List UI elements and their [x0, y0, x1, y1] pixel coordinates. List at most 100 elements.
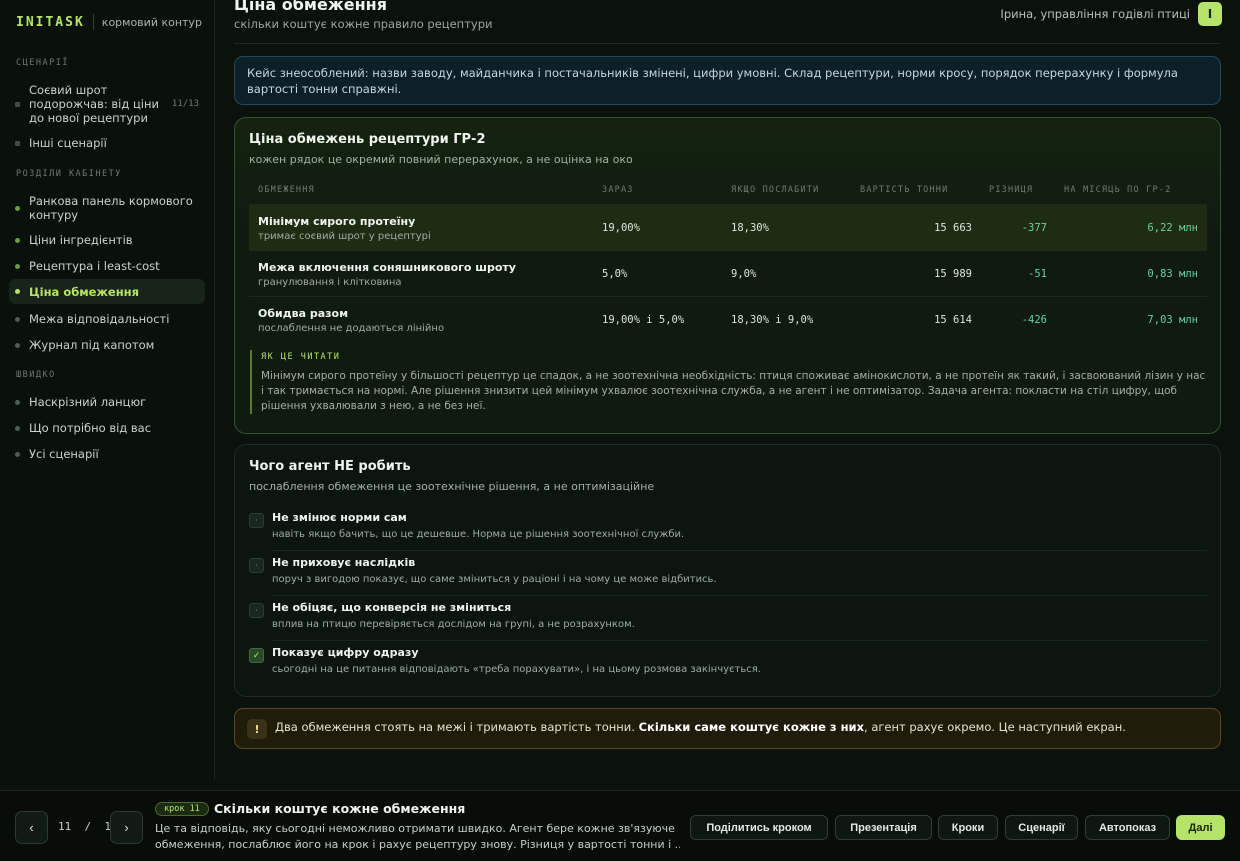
- user-name: Ірина, управління годівлі птиці: [1000, 7, 1190, 21]
- checkbox[interactable]: ·: [249, 513, 264, 528]
- sidebar-item-log[interactable]: Журнал під капотом: [9, 335, 205, 355]
- list-item: ✓ Показує цифру одразу сьогодні на це пи…: [249, 641, 1207, 686]
- warning-text-bold: Скільки саме коштує кожне з них: [638, 720, 865, 734]
- step-counter: 11 / 13: [58, 820, 118, 833]
- step-badge: крок 11: [155, 802, 209, 816]
- constraint-cell: Обидва разом послаблення не додаються лі…: [258, 297, 444, 343]
- table-row[interactable]: Мінімум сирого протеїну тримає соєвий шр…: [249, 204, 1207, 250]
- constraint-desc: послаблення не додаються лінійно: [258, 322, 445, 334]
- user-menu[interactable]: Ірина, управління годівлі птиці І: [1000, 2, 1222, 26]
- cost-value: 15 614: [934, 314, 972, 326]
- sidebar-item-all-scenarios[interactable]: Усі сценарії: [9, 444, 205, 464]
- step-description: Це та відповідь, яку сьогодні неможливо …: [155, 821, 680, 853]
- status-dot-icon: [15, 289, 20, 294]
- relaxed-value: 18,30% і 9,0%: [731, 314, 814, 326]
- step-description-line: Це та відповідь, яку сьогодні неможливо …: [155, 822, 675, 835]
- warning-text-start: Два обмеження стоять на межі і тримають …: [275, 720, 639, 734]
- bullet-icon: [15, 101, 20, 107]
- sidebar-item-current-scenario[interactable]: Соєвий шрот подорожчав: від ціни до ново…: [9, 80, 205, 128]
- list-item: · Не приховує наслідків поруч з вигодою …: [249, 551, 1207, 596]
- checkbox[interactable]: ·: [249, 603, 264, 618]
- share-step-button[interactable]: Поділитись кроком: [690, 815, 828, 840]
- sidebar-item-recipe[interactable]: Рецептура і least-cost: [9, 256, 205, 276]
- checkbox-checked[interactable]: ✓: [249, 648, 264, 663]
- bullet-icon: [15, 451, 20, 457]
- bullet-icon: [15, 140, 20, 146]
- sidebar-item-responsibility[interactable]: Межа відповідальності: [9, 309, 205, 329]
- section-quick: ШВИДКО: [16, 370, 56, 380]
- step-description-line: обмеження, послаблює його на крок і раху…: [155, 838, 680, 851]
- header-divider: [234, 43, 1220, 44]
- status-dot-icon: [15, 342, 20, 348]
- list-item-title: Показує цифру одразу: [272, 646, 419, 659]
- sidebar-item-ingredient-prices[interactable]: Ціни інгредієнтів: [9, 230, 205, 250]
- brand-divider: [92, 14, 94, 30]
- column-header-month: НА МІСЯЦЬ ПО ГР-2: [1064, 185, 1172, 195]
- sidebar-item-label: Ціни інгредієнтів: [29, 233, 133, 247]
- footer-bar: ‹ 11 / 13 › крок 11 Скільки коштує кожне…: [0, 790, 1240, 861]
- next-step-arrow-button[interactable]: ›: [110, 811, 143, 844]
- presentation-button[interactable]: Презентація: [835, 815, 932, 840]
- next-button[interactable]: Далі: [1176, 815, 1225, 840]
- sidebar-item-morning-panel[interactable]: Ранкова панель кормового контуру: [9, 191, 205, 225]
- bullet-icon: [15, 399, 20, 405]
- sidebar-item-label: Рецептура і least-cost: [29, 259, 160, 273]
- bullet-icon: [15, 425, 20, 431]
- autoplay-button[interactable]: Автопоказ: [1085, 815, 1170, 840]
- prev-step-button[interactable]: ‹: [15, 811, 48, 844]
- list-item-title: Не обіцяє, що конверсія не зміниться: [272, 601, 512, 614]
- relaxed-value: 18,30%: [731, 222, 769, 234]
- constraint-cell: Мінімум сирого протеїну тримає соєвий шр…: [258, 205, 431, 251]
- list-item-desc: вплив на птицю перевіряється дослідом на…: [272, 619, 635, 630]
- diff-value: -377: [1021, 222, 1047, 234]
- table-row[interactable]: Обидва разом послаблення не додаються лі…: [249, 296, 1207, 342]
- avatar[interactable]: І: [1198, 2, 1222, 26]
- sidebar-item-label: Наскрізний ланцюг: [29, 395, 147, 409]
- how-to-read-title: ЯК ЦЕ ЧИТАТИ: [261, 352, 341, 362]
- column-header-now: ЗАРАЗ: [602, 185, 634, 195]
- checkbox[interactable]: ·: [249, 558, 264, 573]
- sidebar-item-what-needed[interactable]: Що потрібно від вас: [9, 418, 205, 438]
- sidebar: INITASK кормовий контур СЦЕНАРІЇ Соєвий …: [0, 0, 215, 780]
- list-item-desc: навіть якщо бачить, що це дешевше. Норма…: [272, 529, 685, 540]
- sidebar-item-end-to-end[interactable]: Наскрізний ланцюг: [9, 392, 205, 412]
- constraint-name: Обидва разом: [258, 306, 349, 320]
- sidebar-item-constraint-price[interactable]: Ціна обмеження: [9, 279, 205, 304]
- agent-limits-card: Чого агент НЕ робить послаблення обмежен…: [234, 444, 1221, 697]
- column-header-cost: ВАРТІСТЬ ТОННИ: [860, 185, 949, 195]
- list-item-desc: поруч з вигодою показує, що саме змінить…: [272, 574, 717, 585]
- card-title: Чого агент НЕ робить: [249, 459, 411, 474]
- table-row[interactable]: Межа включення соняшникового шроту грану…: [249, 250, 1207, 296]
- card-subtitle: послаблення обмеження це зоотехнічне ріш…: [249, 480, 655, 493]
- card-subtitle: кожен рядок це окремий повний перерахуно…: [249, 153, 633, 166]
- column-header-diff: РІЗНИЦЯ: [989, 185, 1034, 195]
- diff-value: -51: [1028, 268, 1047, 280]
- page-title: Ціна обмеження: [234, 0, 387, 14]
- page-subtitle: скільки коштує кожне правило рецептури: [234, 17, 493, 31]
- constraints-card: Ціна обмежень рецептури ГР-2 кожен рядок…: [234, 117, 1221, 434]
- month-value: 7,03 млн: [1147, 314, 1198, 326]
- constraint-desc: гранулювання і клітковина: [258, 276, 402, 288]
- list-item: · Не обіцяє, що конверсія не зміниться в…: [249, 596, 1207, 641]
- brand[interactable]: INITASK кормовий контур: [16, 14, 202, 30]
- warning-text: Два обмеження стоять на межі і тримають …: [275, 720, 1126, 734]
- scenarios-button[interactable]: Сценарії: [1005, 815, 1078, 840]
- brand-subtitle: кормовий контур: [101, 15, 202, 29]
- relaxed-value: 9,0%: [731, 268, 757, 280]
- now-value: 19,00%: [602, 222, 640, 234]
- scenario-progress: 11/13: [171, 99, 199, 109]
- card-title: Ціна обмежень рецептури ГР-2: [249, 132, 486, 147]
- current-step: 11: [58, 820, 72, 833]
- how-to-read: ЯК ЦЕ ЧИТАТИ Мінімум сирого протеїну у б…: [250, 350, 1208, 414]
- warning-icon: !: [247, 719, 267, 739]
- cost-value: 15 663: [934, 222, 972, 234]
- sidebar-item-other-scenarios[interactable]: Інші сценарії: [9, 133, 205, 153]
- sidebar-item-label: Ранкова панель кормового контуру: [29, 194, 193, 222]
- month-value: 0,83 млн: [1147, 268, 1198, 280]
- brand-logo: INITASK: [16, 14, 85, 30]
- section-cabinet: РОЗДІЛИ КАБІНЕТУ: [16, 169, 122, 179]
- month-value: 6,22 млн: [1147, 222, 1198, 234]
- steps-button[interactable]: Кроки: [938, 815, 998, 840]
- status-dot-icon: [15, 263, 20, 269]
- warning-text-end: , агент рахує окремо. Це наступний екран…: [864, 720, 1126, 734]
